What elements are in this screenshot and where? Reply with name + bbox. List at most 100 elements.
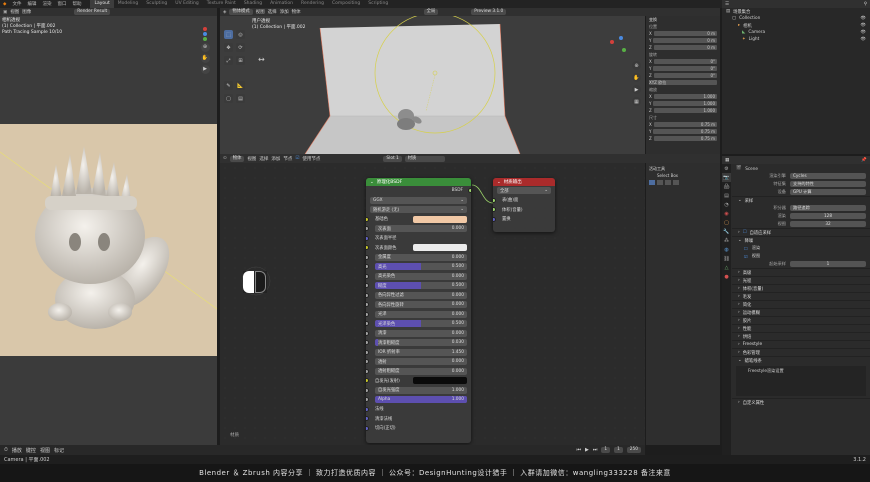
bsdf-param-socket[interactable] [366,330,369,336]
bsdf-param-socket[interactable] [366,340,369,346]
viewport-menu-view[interactable]: 视图 [256,9,265,15]
node-menu-select[interactable]: 选择 [259,156,268,162]
denoise-viewport-checkbox[interactable]: ☑ [744,254,748,259]
principled-bsdf-node[interactable]: ⌄ 原理化BSDF BSDF GGX ⌄ 随机游走 (无) ⌄ 基础色 次表面 0.00… [366,178,471,443]
data-tab-icon[interactable]: △ [722,263,731,272]
device-dropdown[interactable]: GPU 计算 [790,189,866,195]
tab-animation[interactable]: Animation [266,0,297,8]
bsdf-param-slider[interactable]: 高光染色 0.000 [375,272,467,280]
tab-compositing[interactable]: Compositing [328,0,364,8]
location-y-field[interactable]: 0 m [653,38,717,43]
bsdf-output-socket[interactable] [468,188,471,194]
surface-input-socket[interactable] [493,197,496,203]
outliner-item[interactable]: ◣ Camera 👁 [722,29,870,36]
scale-x-field[interactable]: 1.000 [653,94,717,99]
base-color-socket[interactable] [366,216,369,222]
tab-rendering[interactable]: Rendering [297,0,328,8]
location-z-field[interactable]: 0 m [653,45,717,50]
bsdf-param-row[interactable]: 各向异性旋转 0.000 [366,300,471,310]
bsdf-param-row[interactable]: 光泽 0.000 [366,310,471,320]
bsdf-param-socket[interactable] [366,226,369,232]
tab-scripting[interactable]: Scripting [364,0,392,8]
constraints-tab-icon[interactable]: ⛓ [722,254,731,263]
jump-start-icon[interactable]: ⏮ [576,447,581,453]
viewport-camera-icon[interactable]: ▶ [632,85,641,94]
pin-icon[interactable]: 📌 [861,158,867,163]
viewport-menu-select[interactable]: 选择 [268,9,277,15]
bsdf-param-slider[interactable]: 光泽 0.000 [375,310,467,318]
normal-socket[interactable] [366,406,369,412]
bsdf-param-slider[interactable]: 各向异性过滤 0.000 [375,291,467,299]
subsurface-method-dropdown[interactable]: 随机游走 (无) ⌄ [370,206,467,214]
current-frame-field[interactable]: 1 [601,447,611,453]
bsdf-param-socket[interactable] [366,235,369,241]
viewport-ortho-icon[interactable]: ▦ [632,97,641,106]
bsdf-param-socket[interactable] [366,264,369,270]
clearcoat-normal-socket[interactable] [366,416,369,422]
location-x-field[interactable]: 0 m [653,31,717,36]
outliner-scene-collection[interactable]: ▤ 场景集合 [722,8,870,15]
properties-section[interactable]: › 简化 [732,300,870,308]
bsdf-param-slider[interactable]: 高光 0.500 [375,263,467,271]
viewport-pan-icon[interactable]: ✋ [632,73,641,82]
menu-window[interactable]: 窗口 [54,1,69,7]
tool-tab-icon[interactable]: ⚙ [722,164,731,173]
bsdf-param-row[interactable]: 清漆 0.000 [366,329,471,339]
image-menu-image[interactable]: 图像 [22,9,31,15]
rotate-tool[interactable]: ⟳ [236,43,245,52]
custom-properties-section[interactable]: › 自定义属性 [732,398,870,406]
select-mode-buttons[interactable] [646,179,720,186]
object-tab-icon[interactable]: ▢ [722,218,731,227]
visibility-eye-icon[interactable]: 👁 [861,16,870,21]
bsdf-param-color-swatch[interactable] [413,244,467,252]
blender-logo-icon[interactable]: ◆ [0,2,9,7]
tab-sculpting[interactable]: Sculpting [142,0,171,8]
base-color-swatch[interactable] [413,215,467,223]
navigation-gizmo[interactable] [610,36,630,56]
emission-strength-field[interactable]: 自发光强度 1.000 [375,386,467,394]
feature-set-dropdown[interactable]: 支持的特性 [790,181,866,187]
dimension-y-field[interactable]: 0.75 m [653,129,717,134]
outliner-type-icon[interactable]: ☰ [725,2,729,7]
end-frame-field[interactable]: 250 [626,447,641,453]
properties-section[interactable]: › 性能 [732,324,870,332]
node-menu-node[interactable]: 节点 [283,156,292,162]
bsdf-param-slider[interactable]: 透射粗糙度 0.000 [375,367,467,375]
timeline-type-icon[interactable]: ⏱ [4,447,8,453]
view-mode-selector[interactable]: Preview 3.1.0 [471,9,507,15]
editor-type-icon[interactable]: ▣ [3,10,7,15]
image-nav-gizmo[interactable]: ⊕ ✋ ▶ [198,26,212,74]
render-result-selector[interactable]: Render Result [74,9,111,15]
measure-tool[interactable]: 📐 [236,81,245,90]
add-cube-tool[interactable]: ▢ [224,94,233,103]
transform-tool[interactable]: ⊞ [236,56,245,65]
zoom-icon[interactable]: ⊕ [200,43,210,52]
tab-uv-editing[interactable]: UV Editing [171,0,202,8]
bsdf-param-row[interactable]: 次表面半径 [366,234,471,244]
timeline-marker-menu[interactable]: 标记 [54,447,64,454]
outliner-item[interactable]: ▢ Collection 👁 [722,15,870,22]
transform-orientation-selector[interactable]: 全局 [423,9,439,15]
mode-selector[interactable]: 物体模式 [229,9,253,15]
timeline-view-menu[interactable]: 视图 [40,447,50,454]
select-box-tool[interactable]: ⬚ [224,30,233,39]
properties-section[interactable]: › 体积(音量) [732,284,870,292]
tab-modeling[interactable]: Modeling [114,0,142,8]
scene-tab-icon[interactable]: ◔ [722,200,731,209]
visibility-eye-icon[interactable]: 👁 [861,23,870,28]
bsdf-param-row[interactable]: 金属度 0.000 [366,253,471,263]
node-menu-view[interactable]: 视图 [247,156,256,162]
bsdf-param-row[interactable]: 清漆粗糙度 0.030 [366,338,471,348]
integrator-dropdown[interactable]: 路径追踪 [790,205,866,211]
viewport-editor-type-icon[interactable]: ◈ [223,10,226,15]
denoise-render-checkbox[interactable]: ☐ [744,246,748,251]
bsdf-param-row[interactable]: 各向异性过滤 0.000 [366,291,471,301]
render-samples-field[interactable]: 128 [790,213,866,219]
visibility-eye-icon[interactable]: 👁 [861,30,870,35]
properties-section[interactable]: › 光程 [732,276,870,284]
bsdf-param-socket[interactable] [366,349,369,355]
emission-socket[interactable] [366,378,369,384]
outliner-item[interactable]: ▸ 相机 👁 [722,22,870,29]
tab-texture-paint[interactable]: Texture Paint [203,0,240,8]
material-output-node[interactable]: ⌄ 材质输出 全部 ⌄ 表(曲)面 体积(音量) 置换 [493,178,555,232]
